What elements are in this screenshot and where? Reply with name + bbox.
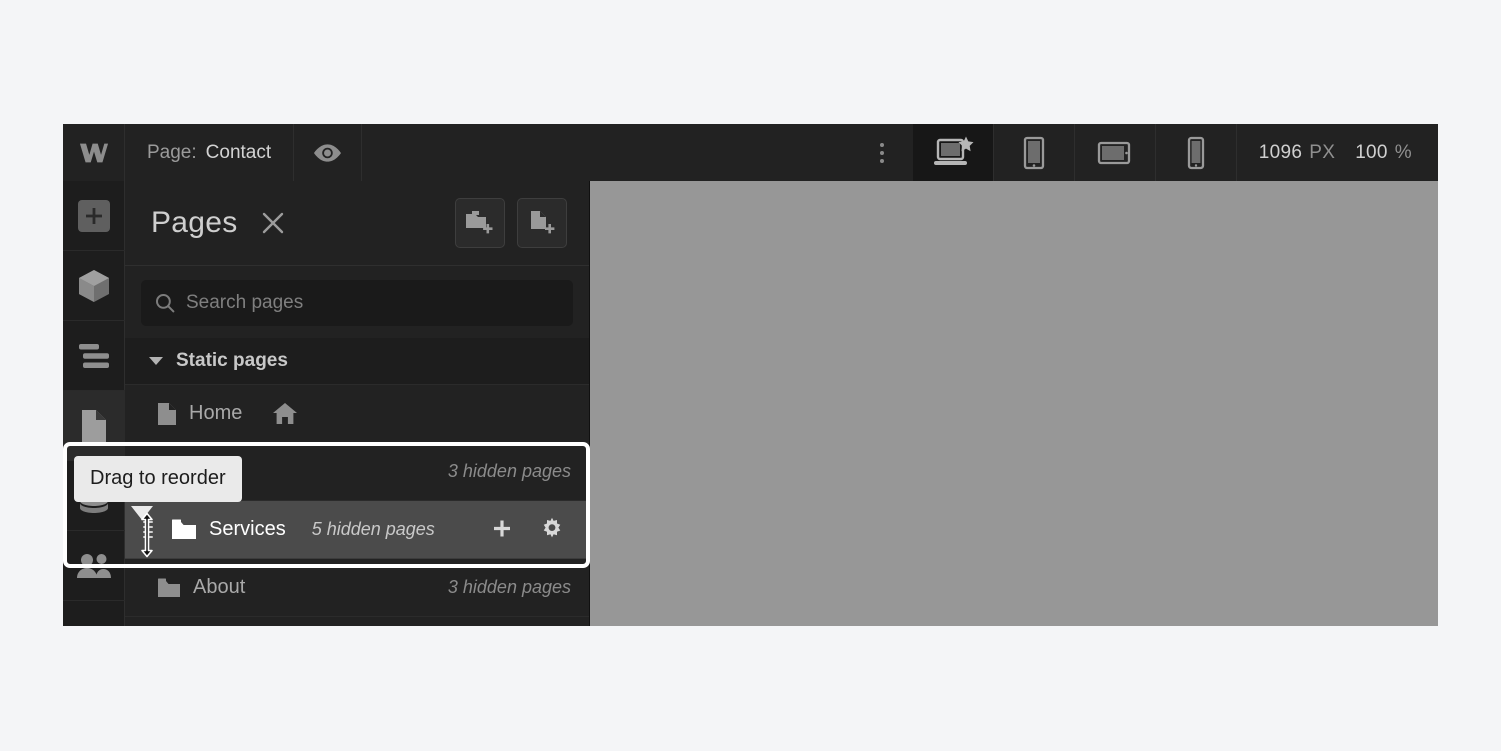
preview-toggle-button[interactable] <box>294 124 363 181</box>
viewport-size-indicator[interactable]: 1096 PX 100 % <box>1237 124 1438 181</box>
close-panel-button[interactable] <box>258 208 288 238</box>
static-pages-label: Static pages <box>176 350 288 371</box>
static-pages-section-header[interactable]: Static pages <box>125 338 589 385</box>
folder-icon <box>171 519 197 540</box>
page-row-about[interactable]: About 3 hidden pages <box>125 559 589 617</box>
zoom-level-value: 100 <box>1355 141 1388 163</box>
search-pages-box[interactable] <box>141 280 573 326</box>
pages-panel-header: Pages <box>125 181 589 266</box>
page-row-services[interactable]: Services 5 hidden pages <box>125 501 589 559</box>
current-page-indicator[interactable]: Page: Contact <box>125 124 295 181</box>
page-document-icon <box>82 409 106 442</box>
search-input[interactable] <box>186 292 559 314</box>
hidden-pages-count: 5 hidden pages <box>311 519 435 539</box>
more-options-button[interactable] <box>851 124 913 181</box>
pages-panel-actions <box>455 198 567 248</box>
add-page-to-folder-button[interactable] <box>483 511 521 549</box>
sidebar-item-add-elements[interactable] <box>63 181 125 251</box>
new-folder-icon <box>466 211 493 234</box>
webflow-logo-button[interactable] <box>63 124 125 181</box>
navigator-lines-icon <box>79 343 109 368</box>
folder-icon <box>157 578 181 598</box>
desktop-star-icon <box>933 136 974 165</box>
cube-icon <box>79 269 109 302</box>
people-icon <box>77 553 111 578</box>
zoom-level-unit: % <box>1394 141 1412 163</box>
search-icon <box>155 293 175 313</box>
drag-handle-icon[interactable] <box>137 521 159 538</box>
page-name-value: Contact <box>205 141 272 163</box>
plus-square-icon <box>78 199 110 232</box>
device-desktop-button[interactable] <box>912 124 994 181</box>
page-label: Page: <box>147 141 197 163</box>
gear-icon <box>543 517 561 537</box>
sidebar-item-users[interactable] <box>63 531 125 601</box>
device-mobile-button[interactable] <box>1156 124 1237 181</box>
home-icon <box>273 403 298 424</box>
page-row-home[interactable]: Home <box>125 385 589 443</box>
kebab-menu-icon <box>879 142 884 163</box>
chevron-down-icon <box>149 357 163 365</box>
tooltip-arrow <box>131 506 153 520</box>
sidebar-item-components[interactable] <box>63 251 125 321</box>
sidebar-item-pages[interactable] <box>63 391 125 461</box>
homepage-badge <box>272 402 298 425</box>
webflow-designer-window: Page: Contact 1096 PX 100 % Pages Search… <box>63 124 1438 626</box>
mobile-icon <box>1187 136 1204 169</box>
page-name: Services <box>209 518 286 540</box>
page-title: Pages <box>151 206 238 239</box>
hidden-pages-count: 3 hidden pages <box>447 577 571 597</box>
drag-to-reorder-tooltip: Drag to reorder <box>74 456 242 502</box>
page-document-icon <box>157 402 177 426</box>
new-page-button[interactable] <box>517 198 567 248</box>
folder-settings-button[interactable] <box>533 511 571 549</box>
eye-icon <box>314 143 342 162</box>
pages-panel: Pages Search pages Static pages Home 3 h… <box>125 181 590 626</box>
viewport-width-value: 1096 <box>1258 141 1303 163</box>
search-section <box>125 266 589 338</box>
webflow-logo-icon <box>79 143 108 162</box>
device-tablet-landscape-button[interactable] <box>1075 124 1156 181</box>
plus-icon <box>494 520 510 536</box>
design-canvas[interactable] <box>590 181 1438 626</box>
device-tablet-button[interactable] <box>994 124 1075 181</box>
hidden-pages-count: 3 hidden pages <box>447 461 571 481</box>
page-name: Home <box>189 402 243 424</box>
top-toolbar: Page: Contact 1096 PX 100 % <box>63 124 1438 181</box>
close-x-icon <box>262 212 283 234</box>
tablet-landscape-icon <box>1097 141 1130 164</box>
new-page-icon <box>531 211 555 234</box>
viewport-width-unit: PX <box>1309 141 1336 163</box>
tablet-icon <box>1023 136 1044 169</box>
left-icon-rail <box>63 181 125 626</box>
page-name: About <box>193 576 246 598</box>
sidebar-item-navigator[interactable] <box>63 321 125 391</box>
new-folder-button[interactable] <box>455 198 505 248</box>
